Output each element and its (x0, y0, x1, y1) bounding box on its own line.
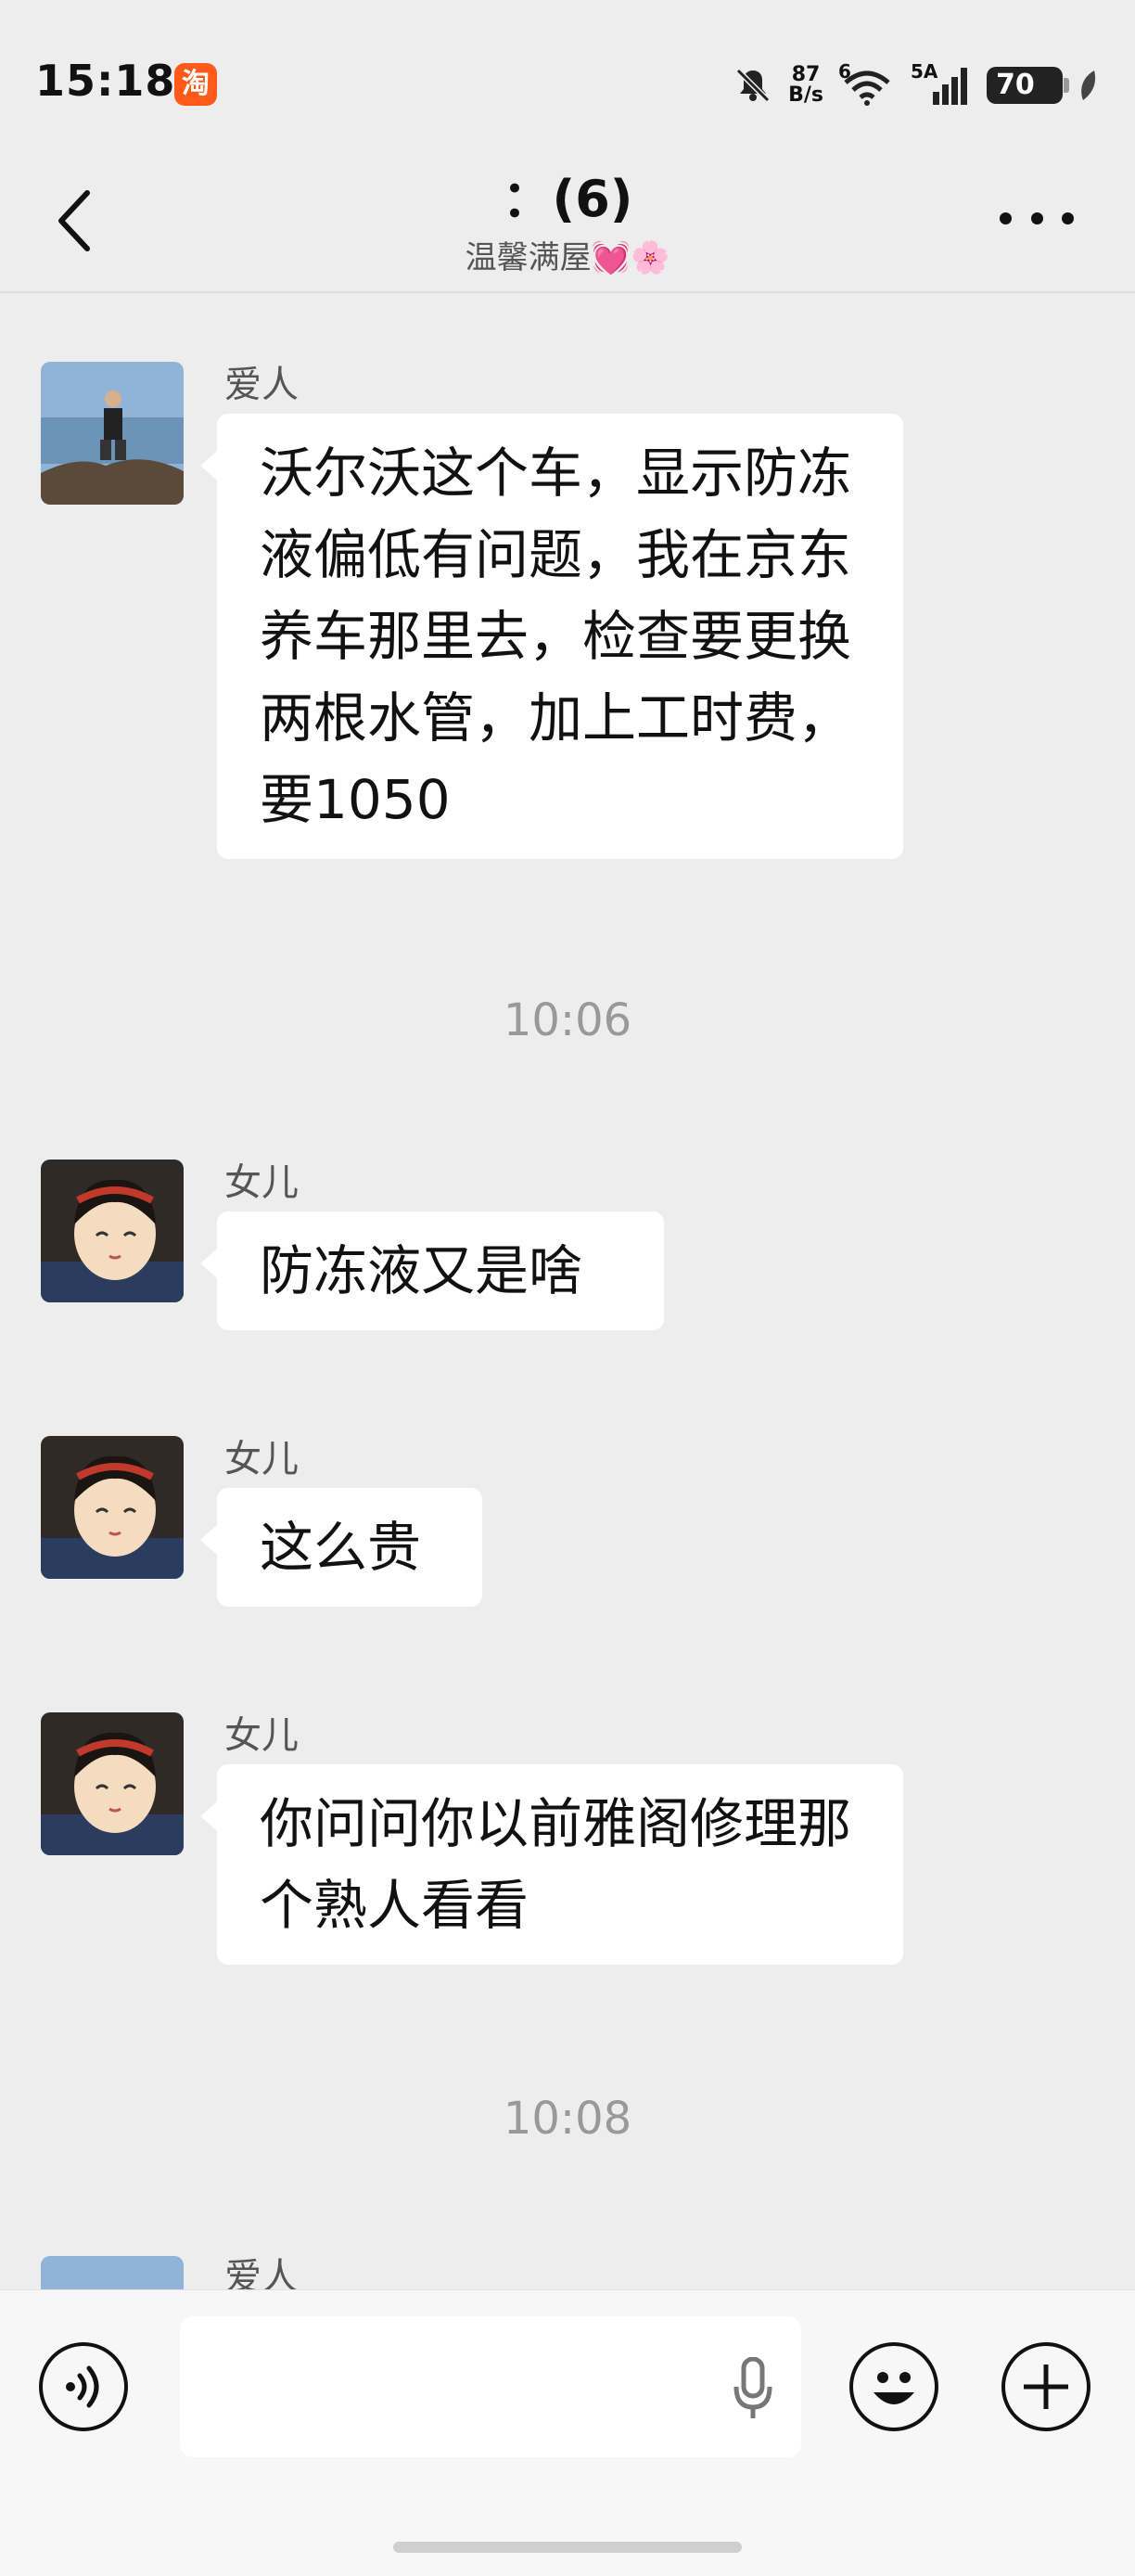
voice-mode-button[interactable] (39, 2342, 128, 2431)
chat-title: ：(6) (502, 170, 633, 228)
timestamp: 10:06 (503, 994, 632, 1046)
dot-icon (1062, 211, 1074, 224)
sender-name: 爱人 (224, 2256, 299, 2289)
sender-name: 女儿 (224, 1438, 299, 1480)
message-input[interactable] (180, 2316, 801, 2457)
net-speed-value: 87 (791, 63, 821, 86)
mute-bell-icon (735, 68, 771, 103)
status-time: 15:18 (35, 56, 176, 106)
avatar[interactable] (41, 1712, 184, 1855)
leaf-icon (1081, 70, 1096, 100)
more-options-button[interactable] (1000, 204, 1074, 232)
wifi-label: 6 (838, 60, 851, 83)
sender-name: 女儿 (224, 1161, 299, 1204)
net-speed-unit: B/s (788, 83, 823, 107)
status-icons: 87 B/s 6 5A 70 (733, 58, 1100, 113)
more-actions-button[interactable] (1001, 2342, 1090, 2431)
timestamp: 10:08 (503, 2093, 632, 2145)
signal-label: 5A (911, 60, 938, 83)
battery-indicator: 70 (987, 67, 1069, 104)
group-name: 温馨满屋💓🌸 (465, 239, 670, 276)
network-speed: 87 B/s (788, 65, 823, 106)
message-bubble[interactable]: 这么贵 (200, 1488, 482, 1607)
sender-name: 女儿 (224, 1714, 299, 1757)
home-indicator[interactable] (393, 2542, 742, 2553)
sender-name: 爱人 (224, 364, 299, 406)
avatar[interactable] (41, 2256, 184, 2289)
dot-icon (1030, 211, 1043, 224)
message-bubble[interactable]: 沃尔沃这个车，显示防冻液偏低有问题，我在京东养车那里去，检查要更换两根水管，加上… (200, 414, 903, 859)
message-bubble[interactable]: 防冻液又是啥 (200, 1211, 664, 1330)
avatar[interactable] (41, 1160, 184, 1302)
chat-header: ：(6) 温馨满屋💓🌸 (0, 139, 1135, 293)
avatar[interactable] (41, 1436, 184, 1579)
microphone-icon[interactable] (733, 2357, 773, 2422)
smiley-icon (874, 2372, 914, 2404)
taobao-notification-icon: 淘 (174, 63, 217, 106)
plus-icon (1024, 2365, 1068, 2409)
voice-icon (66, 2365, 99, 2408)
message-bubble[interactable]: 你问问你以前雅阁修理那个熟人看看 (200, 1764, 903, 1965)
dot-icon (1000, 211, 1012, 224)
wifi-icon: 6 (838, 60, 896, 107)
emoji-button[interactable] (849, 2342, 938, 2431)
input-bar (0, 2289, 1135, 2576)
avatar[interactable] (41, 362, 184, 505)
signal-icon: 5A (911, 60, 972, 107)
